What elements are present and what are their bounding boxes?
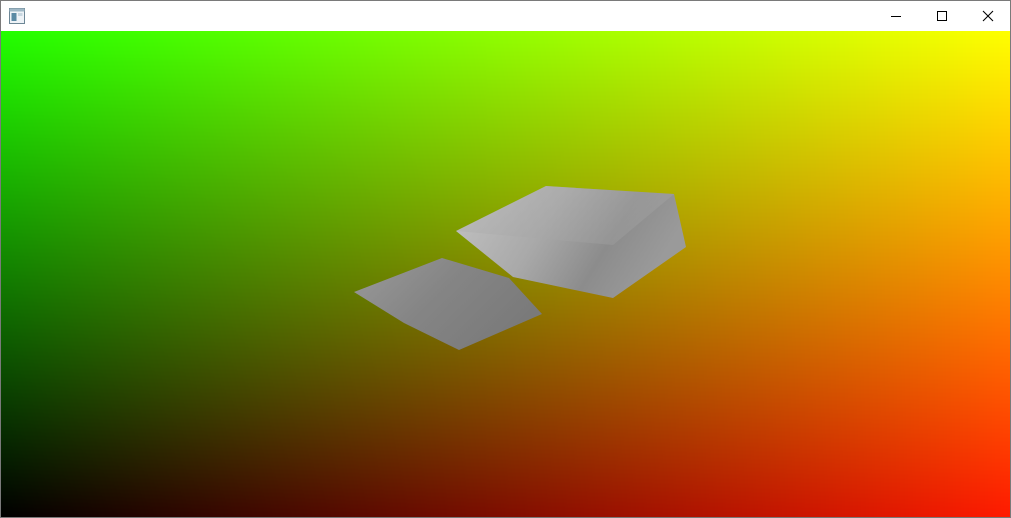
title-bar[interactable] [1,1,1010,31]
render-viewport[interactable] [1,31,1010,517]
close-icon [982,10,994,22]
minimize-button[interactable] [873,1,919,31]
minimize-icon [891,16,901,17]
close-button[interactable] [965,1,1010,31]
window-app-icon [9,8,25,24]
app-window [0,0,1011,518]
maximize-button[interactable] [919,1,965,31]
maximize-icon [937,11,947,21]
scene-shapes [354,186,686,350]
